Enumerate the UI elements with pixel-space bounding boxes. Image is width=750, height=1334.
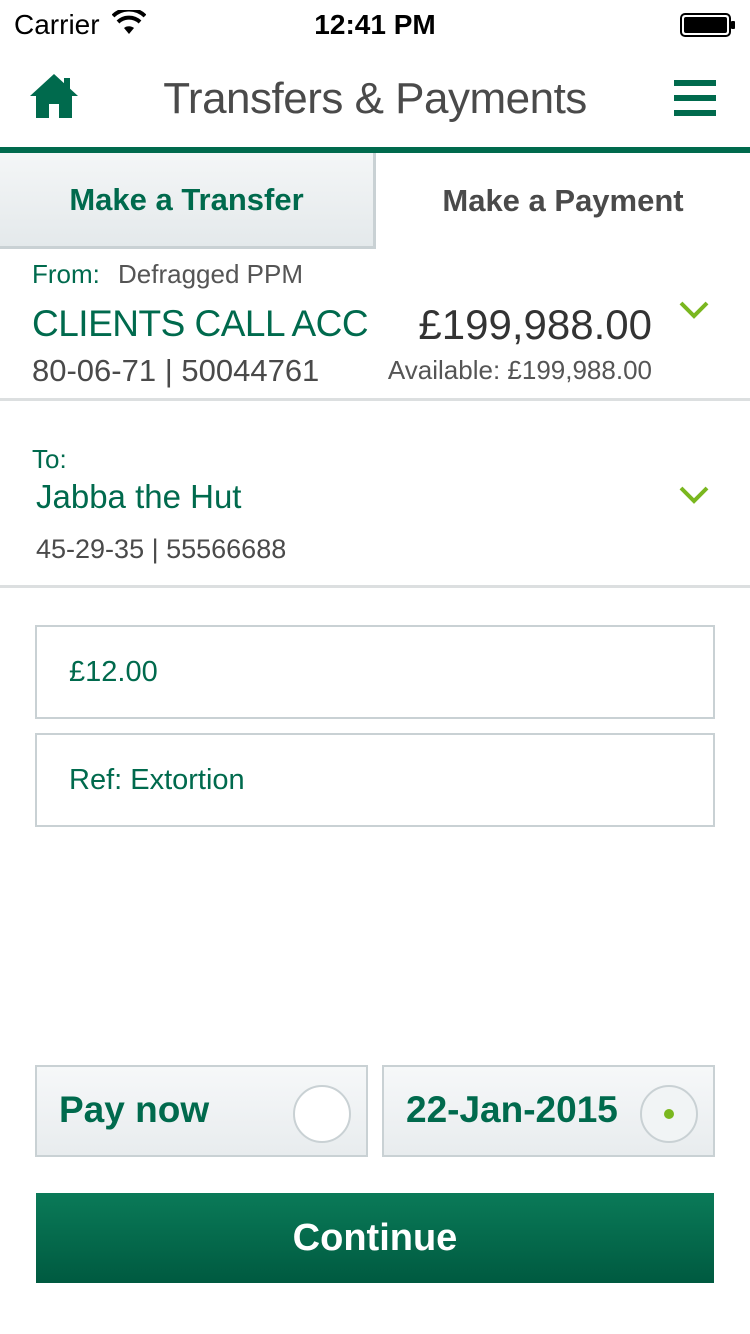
amount-field[interactable]: £12.00 (35, 625, 715, 719)
payee-name: Jabba the Hut (36, 478, 242, 515)
from-nickname: Defragged PPM (118, 259, 303, 289)
reference-field[interactable]: Ref: Extortion (35, 733, 715, 827)
pay-now-option[interactable]: Pay now (35, 1065, 368, 1157)
status-bar: Carrier 12:41 PM (0, 0, 750, 50)
hamburger-menu-icon[interactable] (674, 80, 716, 116)
amount-value: £12.00 (69, 655, 158, 688)
pay-on-date-radio[interactable] (640, 1085, 698, 1143)
pay-on-date-option[interactable]: 22-Jan-2015 (382, 1065, 715, 1157)
tab-make-a-payment[interactable]: Make a Payment (376, 153, 750, 249)
tab-make-a-transfer[interactable]: Make a Transfer (0, 153, 376, 249)
from-account-selector[interactable]: From: Defragged PPM CLIENTS CALL ACC 80-… (0, 249, 750, 401)
from-label: From: (32, 259, 100, 289)
continue-button[interactable]: Continue (36, 1193, 714, 1283)
chevron-down-icon[interactable] (678, 484, 710, 506)
status-time: 12:41 PM (314, 9, 436, 40)
app-header: Transfers & Payments (0, 50, 750, 148)
pay-now-label: Pay now (59, 1089, 210, 1130)
payment-date-label: 22-Jan-2015 (406, 1089, 618, 1130)
to-payee-selector[interactable]: To: Jabba the Hut 45-29-35 | 55566688 (0, 404, 750, 588)
payee-sort-code-account-number: 45-29-35 | 55566688 (36, 534, 287, 564)
tab-bar: Make a Transfer Make a Payment (0, 153, 750, 249)
from-balance: £199,988.00 (418, 301, 652, 348)
from-sort-code-account-number: 80-06-71 | 50044761 (32, 353, 320, 388)
page-title: Transfers & Payments (163, 74, 587, 123)
battery-icon (680, 13, 735, 37)
reference-value: Ref: Extortion (69, 763, 245, 796)
pay-now-radio[interactable] (293, 1085, 351, 1143)
radio-selected-dot (664, 1109, 674, 1119)
chevron-down-icon[interactable] (678, 299, 710, 321)
from-account-name: CLIENTS CALL ACC (32, 303, 369, 344)
from-available-balance: Available: £199,988.00 (387, 355, 652, 385)
tab-label: Make a Transfer (69, 181, 304, 217)
to-label: To: (32, 444, 67, 474)
tab-label: Make a Payment (442, 183, 684, 218)
